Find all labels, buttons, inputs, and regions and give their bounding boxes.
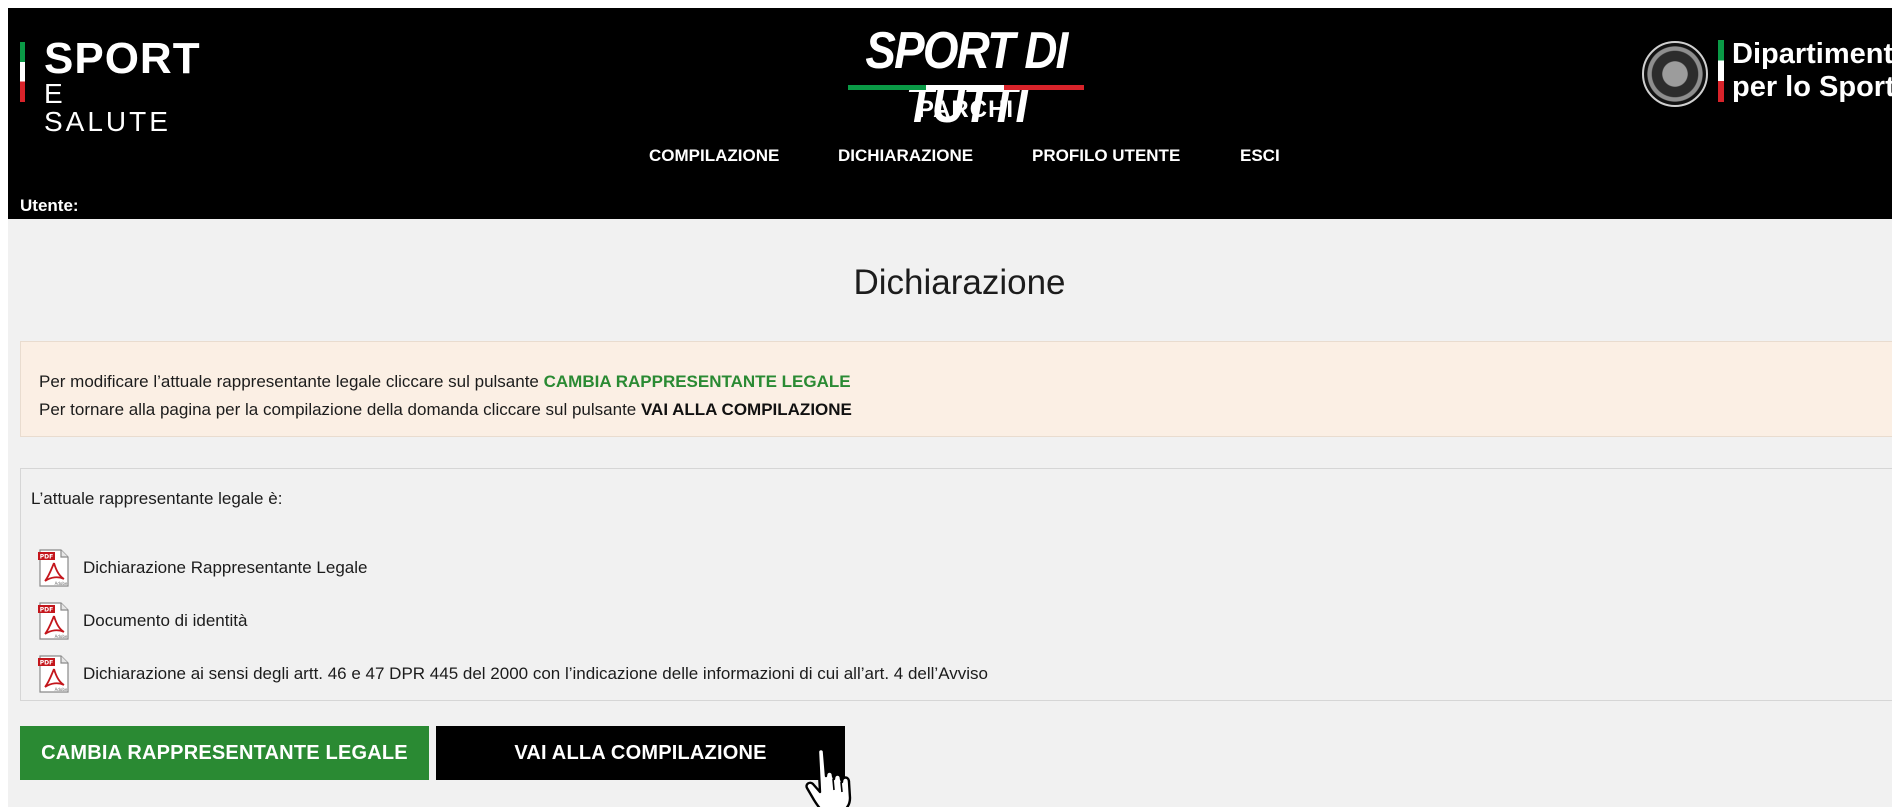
alert-text: Per modificare l’attuale rappresentante … bbox=[39, 372, 544, 391]
document-label: Documento di identità bbox=[83, 611, 248, 630]
svg-text:PDF: PDF bbox=[40, 553, 53, 560]
main-nav: COMPILAZIONE DICHIARAZIONE PROFILO UTENT… bbox=[8, 146, 1892, 176]
dipartimento-label: Dipartimento per lo Sport bbox=[1732, 38, 1892, 104]
alert-highlight-change: CAMBIA RAPPRESENTANTE LEGALE bbox=[543, 372, 851, 391]
document-label: Dichiarazione Rappresentante Legale bbox=[83, 558, 368, 577]
page-title: Dichiarazione bbox=[853, 263, 1066, 302]
nav-profilo-utente[interactable]: PROFILO UTENTE bbox=[1032, 146, 1180, 166]
pdf-icon: PDF Adobe bbox=[38, 602, 69, 640]
logo-line-salute: E SALUTE bbox=[44, 78, 171, 137]
svg-text:Adobe: Adobe bbox=[55, 687, 68, 692]
hand-pointer-icon bbox=[805, 747, 852, 807]
republic-emblem-icon bbox=[1642, 41, 1708, 107]
docs-intro: L’attuale rappresentante legale è: bbox=[31, 489, 283, 508]
logo-line-sport: SPORT bbox=[44, 34, 201, 83]
documents-panel: L’attuale rappresentante legale è: PDF A… bbox=[20, 468, 1892, 701]
nav-dichiarazione[interactable]: DICHIARAZIONE bbox=[838, 146, 973, 166]
tricolor-bar bbox=[1718, 40, 1724, 102]
alert-line-change: Per modificare l’attuale rappresentante … bbox=[39, 372, 851, 392]
change-rep-button[interactable]: CAMBIA RAPPRESENTANTE LEGALE bbox=[20, 726, 429, 780]
pdf-icon: PDF Adobe bbox=[38, 655, 69, 693]
site-header: SPORT E SALUTE SPORT DI TUTTI PARCHI Dip… bbox=[8, 8, 1892, 219]
svg-text:PDF: PDF bbox=[40, 606, 53, 613]
alert-line-compile: Per tornare alla pagina per la compilazi… bbox=[39, 400, 852, 420]
page-frame: SPORT E SALUTE SPORT DI TUTTI PARCHI Dip… bbox=[8, 8, 1892, 807]
dipartimento-sport-logo[interactable]: Dipartimento per lo Sport bbox=[1632, 36, 1892, 107]
nav-compilazione[interactable]: COMPILAZIONE bbox=[649, 146, 779, 166]
user-label: Utente: bbox=[20, 196, 79, 215]
dipartimento-line1: Dipartimento bbox=[1732, 38, 1892, 70]
tricolor-stripe bbox=[848, 85, 1084, 90]
info-alert: Per modificare l’attuale rappresentante … bbox=[20, 341, 1892, 437]
go-compile-button[interactable]: VAI ALLA COMPILAZIONE bbox=[436, 726, 845, 780]
svg-text:PDF: PDF bbox=[40, 659, 53, 666]
svg-text:Adobe: Adobe bbox=[55, 634, 68, 639]
dipartimento-line2: per lo Sport bbox=[1732, 71, 1892, 103]
document-label: Dichiarazione ai sensi degli artt. 46 e … bbox=[83, 664, 988, 683]
svg-text:Adobe: Adobe bbox=[55, 581, 68, 586]
alert-text: Per tornare alla pagina per la compilazi… bbox=[39, 400, 641, 419]
logo-subtitle: PARCHI bbox=[917, 96, 1015, 123]
nav-esci[interactable]: ESCI bbox=[1240, 146, 1280, 166]
alert-highlight-compile: VAI ALLA COMPILAZIONE bbox=[640, 400, 852, 419]
tricolor-bar bbox=[20, 42, 25, 102]
sport-di-tutti-logo[interactable]: SPORT DI TUTTI PARCHI bbox=[838, 24, 1094, 132]
pdf-icon: PDF Adobe bbox=[38, 549, 69, 587]
